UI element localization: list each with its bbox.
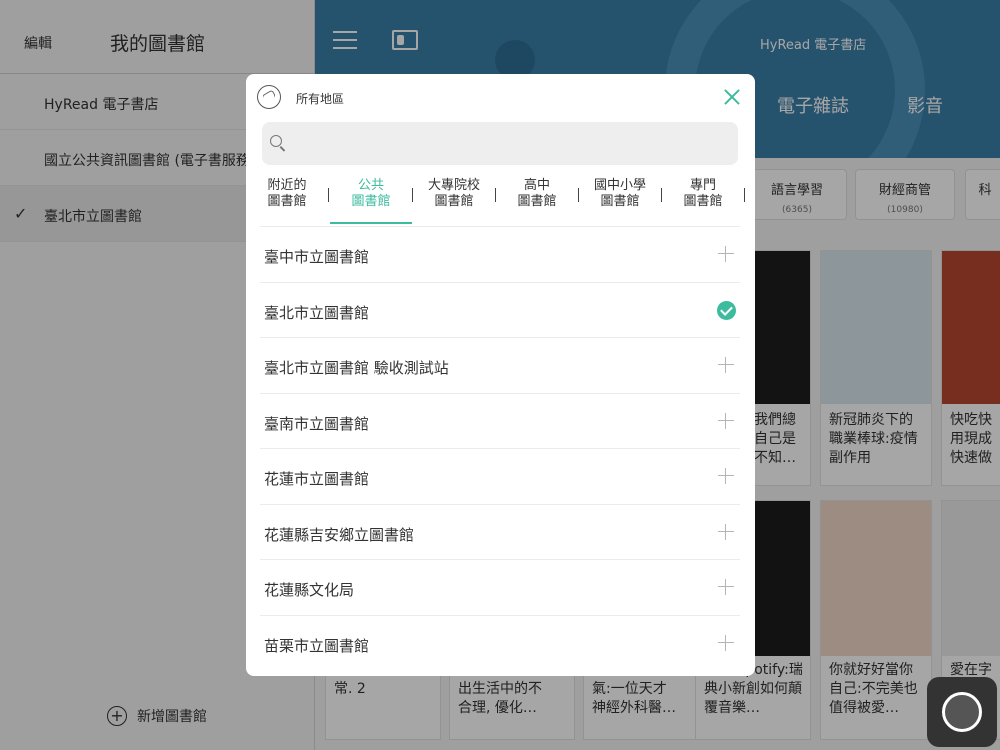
library-row[interactable]: 苗栗市立圖書館: [260, 615, 740, 670]
add-icon[interactable]: [718, 468, 734, 484]
library-name: 臺北市立圖書館 驗收測試站: [264, 359, 449, 377]
tab-special[interactable]: 專門 圖書館: [662, 174, 744, 224]
add-icon[interactable]: [718, 579, 734, 595]
library-name: 臺中市立圖書館: [264, 248, 370, 266]
dialog-title: 所有地區: [296, 92, 345, 106]
search-field[interactable]: [262, 122, 738, 165]
library-name: 臺北市立圖書館: [264, 304, 370, 322]
tab-university[interactable]: 大專院校 圖書館: [413, 174, 495, 224]
assistive-touch-button[interactable]: [927, 677, 997, 747]
add-icon[interactable]: [718, 357, 734, 373]
tab-separator: [744, 188, 745, 202]
library-name: 花蓮縣文化局: [264, 581, 355, 599]
add-icon[interactable]: [718, 524, 734, 540]
library-row[interactable]: 花蓮縣文化局: [260, 559, 740, 614]
library-row[interactable]: 臺南市立圖書館: [260, 393, 740, 448]
circle-icon: [942, 692, 982, 732]
library-row[interactable]: 臺北市立圖書館: [260, 282, 740, 337]
tab-high-school[interactable]: 高中 圖書館: [496, 174, 578, 224]
tab-nearby[interactable]: 附近的 圖書館: [246, 174, 328, 224]
add-icon[interactable]: [718, 413, 734, 429]
hyread-logo-icon: [257, 85, 281, 109]
search-input[interactable]: [296, 122, 726, 165]
tab-public[interactable]: 公共 圖書館: [330, 174, 412, 224]
add-icon[interactable]: [718, 635, 734, 651]
library-picker-dialog: 所有地區 附近的 圖書館 公共 圖書館 大專院校 圖書館 高中 圖書館 國中小學…: [246, 74, 755, 676]
checkmark-circle-icon[interactable]: [717, 301, 736, 320]
tab-elementary[interactable]: 國中小學 圖書館: [579, 174, 661, 224]
library-row[interactable]: 臺北市立圖書館 驗收測試站: [260, 337, 740, 392]
library-name: 臺南市立圖書館: [264, 415, 370, 433]
library-name: 苗栗市立圖書館: [264, 637, 370, 655]
search-icon: [270, 135, 282, 147]
tab-separator: [328, 188, 329, 202]
library-name: 花蓮市立圖書館: [264, 470, 370, 488]
add-icon[interactable]: [718, 246, 734, 262]
library-name: 花蓮縣吉安鄉立圖書館: [264, 526, 415, 544]
library-row[interactable]: 臺中市立圖書館: [260, 226, 740, 281]
library-type-tabs: 附近的 圖書館 公共 圖書館 大專院校 圖書館 高中 圖書館 國中小學 圖書館 …: [246, 174, 755, 224]
library-row[interactable]: 花蓮縣吉安鄉立圖書館: [260, 504, 740, 559]
library-row[interactable]: 花蓮市立圖書館: [260, 448, 740, 503]
close-icon[interactable]: [722, 87, 742, 107]
